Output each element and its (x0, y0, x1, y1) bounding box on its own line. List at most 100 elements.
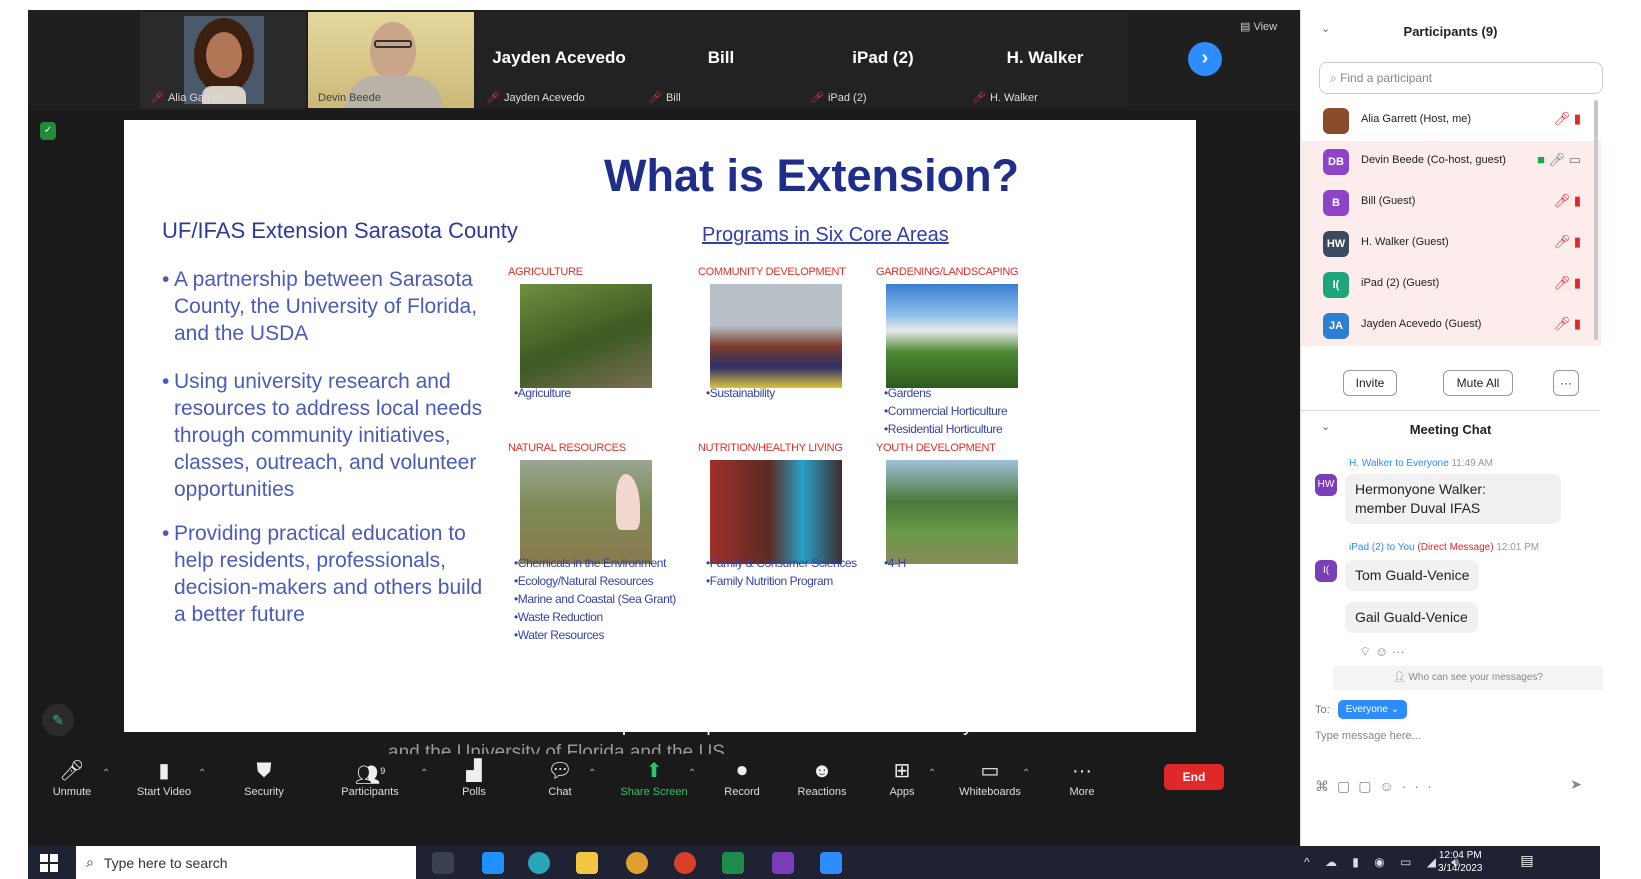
nutrition-photo (710, 460, 842, 564)
excel-icon[interactable] (722, 852, 744, 874)
audio-options-chevron-icon[interactable]: ⌃ (102, 768, 110, 779)
avatar: HW (1323, 231, 1349, 257)
chat-tools-icon[interactable]: ⌘▢▢☺··· (1315, 778, 1440, 795)
security-button[interactable]: ⛊ Security (224, 758, 304, 798)
participant-row[interactable]: DB Devin Beede (Co-host, guest) ■ 🎤︎ ▭ (1301, 141, 1601, 182)
slide-bullet: • A partnership between Sarasota County, … (162, 268, 478, 345)
video-options-chevron-icon[interactable]: ⌃ (198, 768, 206, 779)
taskbar-clock[interactable]: 12:04 PM 3/14/2023 (1438, 849, 1483, 875)
video-tile-ipad[interactable]: iPad (2) 🎤︎ iPad (2) (800, 12, 966, 108)
participant-name: H. Walker (1006, 48, 1084, 67)
unmute-button[interactable]: 🎤︎ Unmute (32, 758, 112, 798)
sharing-mic-video-icon[interactable]: ■ 🎤︎ ▭ (1537, 152, 1581, 168)
participant-list: Alia Garrett (Host, me) 🎤︎ ▮ DB Devin Be… (1301, 100, 1601, 350)
file-explorer-icon[interactable] (576, 852, 598, 874)
more-icon: ··· (1072, 760, 1092, 782)
more-options-button[interactable]: ··· (1553, 370, 1579, 396)
muted-mic-video-off-icon[interactable]: 🎤︎ ▮ (1554, 234, 1581, 250)
participant-scrollbar[interactable] (1594, 100, 1598, 340)
shared-screen: What is Extension? UF/IFAS Extension Sar… (124, 120, 1196, 732)
avatar: I( (1323, 272, 1349, 298)
community-photo (710, 284, 842, 388)
apps-options-chevron-icon[interactable]: ⌃ (928, 768, 936, 779)
chat-message: Hermonyone Walker: member Duval IFAS (1345, 474, 1561, 524)
firefox-icon[interactable] (674, 852, 696, 874)
area-items-youth: •4-H (884, 556, 906, 570)
participant-search-input[interactable]: ⌕ Find a participant (1319, 62, 1603, 94)
muted-mic-video-off-icon[interactable]: 🎤︎ ▮ (1554, 316, 1581, 332)
view-button[interactable]: ▤ View (1240, 20, 1277, 33)
annotate-pencil-icon[interactable]: ✎ (42, 704, 74, 736)
participant-name: H. Walker (Guest) (1361, 236, 1449, 248)
whiteboard-options-chevron-icon[interactable]: ⌃ (1022, 768, 1030, 779)
muted-mic-video-off-icon[interactable]: 🎤︎ ▮ (1554, 193, 1581, 209)
next-page-icon[interactable]: › (1188, 42, 1222, 76)
muted-mic-video-off-icon[interactable]: 🎤︎ ▮ (1554, 275, 1581, 291)
avatar: DB (1323, 149, 1349, 175)
send-icon[interactable]: ➤ (1570, 776, 1582, 793)
invite-button[interactable]: Invite (1343, 370, 1397, 396)
chat-message-meta: H. Walker to Everyone 11:49 AM (1349, 458, 1493, 469)
muted-mic-icon: 🎤︎ (486, 92, 500, 104)
recipient-select[interactable]: Everyone ⌄ (1337, 700, 1408, 719)
participant-row[interactable]: I( iPad (2) (Guest) 🎤︎ ▮ (1301, 264, 1601, 305)
participants-options-chevron-icon[interactable]: ⌃ (420, 768, 428, 779)
polls-icon: ▟ (466, 760, 482, 782)
muted-mic-video-off-icon[interactable]: 🎤︎ ▮ (1554, 111, 1581, 127)
chat-message-meta: iPad (2) to You (Direct Message) 12:01 P… (1349, 542, 1540, 553)
mic-off-icon: 🎤︎ (59, 760, 85, 782)
taskbar-search-input[interactable]: ⌕ Type here to search (76, 846, 416, 879)
video-tile-bill[interactable]: Bill 🎤︎ Bill (638, 12, 804, 108)
participant-row[interactable]: B Bill (Guest) 🎤︎ ▮ (1301, 182, 1601, 223)
notification-icon[interactable]: ▤ (1516, 852, 1538, 874)
record-button[interactable]: ⏺ Record (702, 758, 782, 798)
avatar: B (1323, 190, 1349, 216)
chat-message-input[interactable]: Type message here... (1315, 730, 1421, 742)
participant-name: iPad (2) (Guest) (1361, 277, 1440, 289)
whiteboards-button[interactable]: ▭ Whiteboards (950, 758, 1030, 798)
widgets-icon[interactable] (482, 852, 504, 874)
video-tile-jayden[interactable]: Jayden Acevedo 🎤︎ Jayden Acevedo (476, 12, 642, 108)
video-strip: 🎤︎ Alia Garrett Devin Beede Jayden Aceved… (28, 10, 1300, 110)
muted-mic-icon: 🎤︎ (648, 92, 662, 104)
task-view-icon[interactable] (432, 852, 454, 874)
share-options-chevron-icon[interactable]: ⌃ (688, 768, 696, 779)
reactions-button[interactable]: ☻ Reactions (782, 758, 862, 798)
end-meeting-button[interactable]: End (1164, 764, 1224, 790)
who-can-see-messages[interactable]: 👤︎ Who can see your messages? (1333, 666, 1603, 690)
participant-row[interactable]: HW H. Walker (Guest) 🎤︎ ▮ (1301, 223, 1601, 264)
participant-label: Devin Beede (318, 92, 381, 104)
shield-icon: ✓ (40, 122, 56, 140)
participant-name: Alia Garrett (Host, me) (1361, 113, 1472, 125)
area-heading-nutrition: NUTRITION/HEALTHY LIVING (698, 442, 843, 454)
muted-mic-icon: 🎤︎ (150, 92, 164, 104)
edge-icon[interactable] (528, 852, 550, 874)
muted-mic-icon: 🎤︎ (972, 92, 986, 104)
more-button[interactable]: ··· More (1042, 758, 1122, 798)
share-screen-button[interactable]: ⬆ Share Screen (614, 758, 694, 798)
chat-options-chevron-icon[interactable]: ⌃ (588, 768, 596, 779)
participant-row[interactable]: JA Jayden Acevedo (Guest) 🎤︎ ▮ (1301, 305, 1601, 346)
side-panel: ⌄ Participants (9) ⌕ Find a participant … (1300, 10, 1603, 846)
video-tile-hwalker[interactable]: H. Walker 🎤︎ H. Walker (962, 12, 1128, 108)
video-tile-alia[interactable]: 🎤︎ Alia Garrett (140, 12, 306, 108)
video-tile-devin[interactable]: Devin Beede (308, 12, 474, 108)
chat-title: Meeting Chat (1409, 422, 1492, 437)
polls-button[interactable]: ▟ Polls (434, 758, 514, 798)
area-items-nutrition: •Family & Consumer Sciences •Family Nutr… (706, 556, 857, 588)
onenote-icon[interactable] (772, 852, 794, 874)
reply-emoji-icon[interactable]: ⌔ ☺ ··· (1359, 644, 1405, 660)
zoom-app-icon[interactable] (820, 852, 842, 874)
participant-label: 🎤︎ Alia Garrett (150, 91, 224, 105)
participants-panel-title: Participants (9) (1403, 24, 1498, 39)
slide-subtitle: UF/IFAS Extension Sarasota County (162, 218, 518, 243)
windows-start-icon[interactable] (40, 854, 58, 872)
participant-actions: Invite Mute All ··· (1301, 370, 1600, 398)
chrome-icon[interactable] (626, 852, 648, 874)
start-video-button[interactable]: ▮ Start Video (124, 758, 204, 798)
search-icon: ⌕ (86, 854, 94, 870)
participants-button[interactable]: 👥︎9 Participants (330, 758, 410, 798)
participant-row[interactable]: Alia Garrett (Host, me) 🎤︎ ▮ (1301, 100, 1601, 141)
mute-all-button[interactable]: Mute All (1443, 370, 1513, 396)
participant-name: Devin Beede (Co-host, guest) (1361, 154, 1506, 166)
